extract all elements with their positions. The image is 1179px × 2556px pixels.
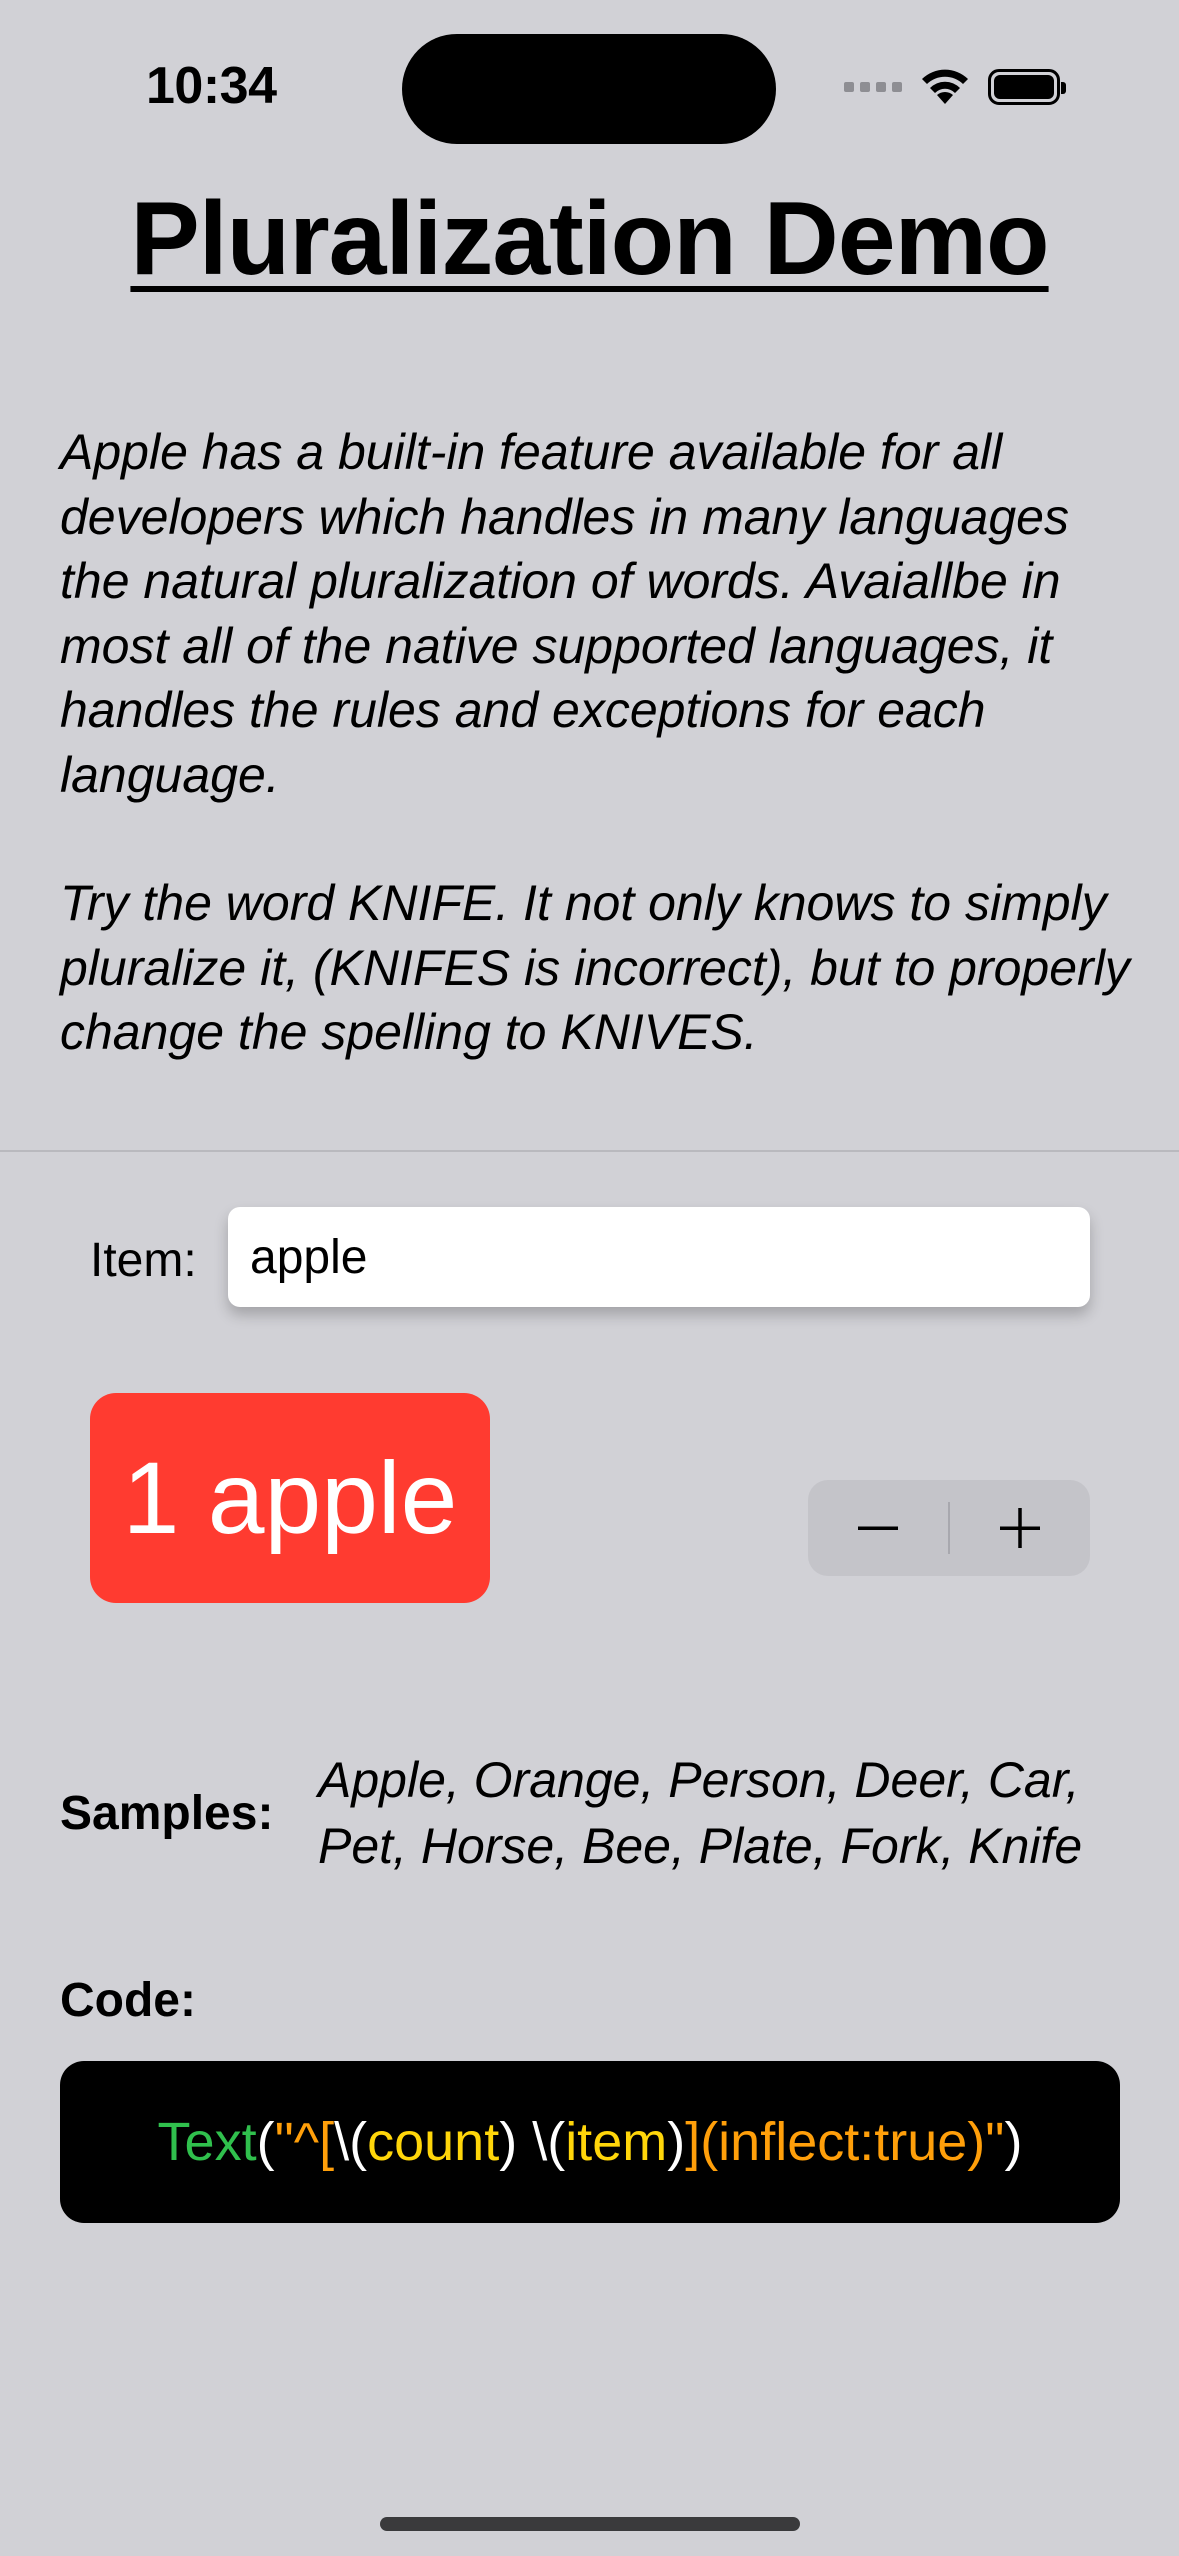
code-snippet: Text("^[\(count) \(item)](inflect:true)"…: [60, 2061, 1120, 2223]
code-token: "^[: [274, 2112, 335, 2172]
code-token: ): [1004, 2112, 1023, 2172]
samples-list: Apple, Orange, Person, Deer, Car, Pet, H…: [318, 1752, 1083, 1874]
page-title: Pluralization Demo: [130, 181, 1049, 297]
item-label: Item:: [90, 1234, 197, 1287]
description-paragraph-1: Apple has a built-in feature available f…: [60, 424, 1069, 803]
count-stepper: [808, 1480, 1090, 1576]
code-token: count: [367, 2112, 500, 2172]
code-token: (: [256, 2112, 275, 2172]
item-input[interactable]: [228, 1207, 1090, 1307]
minus-icon: [858, 1526, 898, 1530]
description: Apple has a built-in feature available f…: [60, 420, 1130, 1065]
decrement-button[interactable]: [808, 1480, 948, 1576]
battery-icon: [988, 69, 1066, 105]
code-token: ) \(: [499, 2112, 566, 2172]
status-icons: [844, 64, 1066, 110]
pluralized-result-badge: 1 apple: [90, 1393, 490, 1603]
divider: [0, 1150, 1179, 1152]
status-time: 10:34: [146, 57, 277, 115]
code-token: Text: [157, 2112, 257, 2172]
code-token: \(: [334, 2112, 368, 2172]
cellular-icon: [844, 82, 902, 92]
code-token: ](inflect:true)": [685, 2112, 1005, 2172]
code-token: ): [667, 2112, 686, 2172]
samples-label: Samples:: [60, 1787, 274, 1840]
home-indicator[interactable]: [380, 2517, 800, 2531]
description-paragraph-2: Try the word KNIFE. It not only knows to…: [60, 875, 1130, 1060]
plus-icon: [1000, 1508, 1040, 1548]
increment-button[interactable]: [950, 1480, 1090, 1576]
wifi-icon: [922, 69, 968, 104]
dynamic-island: [402, 34, 776, 144]
code-label: Code:: [60, 1974, 196, 2027]
code-token: item: [565, 2112, 668, 2172]
